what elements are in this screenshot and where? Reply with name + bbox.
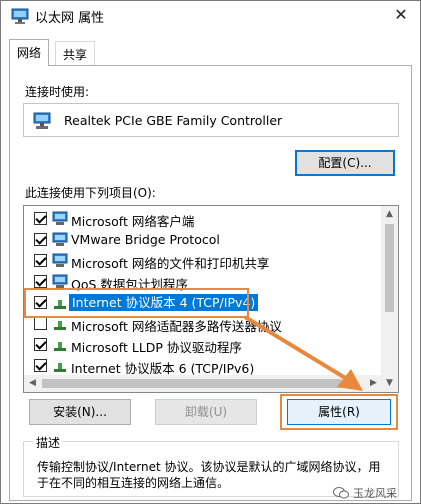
item-checkbox[interactable] xyxy=(34,212,47,225)
watermark-text: 玉龙风采 xyxy=(353,487,397,500)
scroll-up-icon[interactable]: ▲ xyxy=(381,206,398,223)
network-protocol-icon xyxy=(52,232,68,246)
list-item[interactable]: Microsoft 网络客户端 xyxy=(24,208,380,229)
list-item[interactable]: Microsoft 网络的文件和打印机共享 xyxy=(24,250,380,271)
close-icon: ✕ xyxy=(394,5,408,24)
highlight-frame-ipv4 xyxy=(24,288,249,318)
adapter-name: Realtek PCIe GBE Family Controller xyxy=(64,113,283,128)
watermark: 玉龙风采 xyxy=(333,485,397,501)
tab-label: 共享 xyxy=(63,48,88,62)
network-adapter-icon xyxy=(11,8,29,24)
list-item[interactable]: VMware Bridge Protocol xyxy=(24,229,380,250)
uninstall-button[interactable]: 卸载(U) xyxy=(155,399,257,425)
tab-network[interactable]: 网络 xyxy=(9,39,50,66)
item-checkbox[interactable] xyxy=(34,275,47,288)
highlight-frame-properties xyxy=(280,394,398,430)
install-button[interactable]: 安装(N)... xyxy=(29,399,131,425)
network-client-icon xyxy=(52,211,68,225)
scroll-thumb[interactable] xyxy=(385,224,394,312)
item-checkbox[interactable] xyxy=(34,233,47,246)
item-checkbox[interactable] xyxy=(34,338,47,351)
tab-sharing[interactable]: 共享 xyxy=(55,41,96,65)
window-title: 以太网 属性 xyxy=(35,11,105,26)
scroll-down-icon[interactable]: ▼ xyxy=(381,375,398,392)
annotation-arrow-icon xyxy=(243,315,363,391)
item-label: Microsoft 网络客户端 xyxy=(71,214,195,229)
item-label: Microsoft 网络的文件和打印机共享 xyxy=(71,256,270,271)
items-label: 此连接使用下列项目(O): xyxy=(25,186,156,200)
protocol-icon xyxy=(54,342,66,351)
close-button[interactable]: ✕ xyxy=(390,4,412,26)
properties-window: 以太网 属性 ✕ 网络 共享 连接时使用: Realtek PCIe GBE F… xyxy=(0,0,421,504)
item-checkbox[interactable] xyxy=(34,359,47,372)
connect-using-label: 连接时使用: xyxy=(25,85,90,99)
title-bar: 以太网 属性 ✕ xyxy=(1,1,420,31)
wechat-icon xyxy=(333,487,349,499)
qos-icon xyxy=(52,274,68,288)
network-adapter-icon xyxy=(33,112,51,129)
scroll-left-icon[interactable]: ◀ xyxy=(24,375,41,392)
protocol-icon xyxy=(54,321,66,330)
configure-button[interactable]: 配置(C)... xyxy=(295,150,395,176)
description-title: 描述 xyxy=(33,434,64,451)
item-checkbox[interactable] xyxy=(34,254,47,267)
vertical-scrollbar[interactable]: ▲ ▼ xyxy=(381,206,398,392)
item-label: Microsoft LLDP 协议驱动程序 xyxy=(71,340,242,355)
protocol-icon xyxy=(54,363,66,372)
adapter-field: Realtek PCIe GBE Family Controller xyxy=(23,103,399,137)
file-printer-sharing-icon xyxy=(52,253,68,267)
item-label: VMware Bridge Protocol xyxy=(71,232,220,247)
tab-label: 网络 xyxy=(17,46,42,60)
item-checkbox[interactable] xyxy=(34,317,47,330)
